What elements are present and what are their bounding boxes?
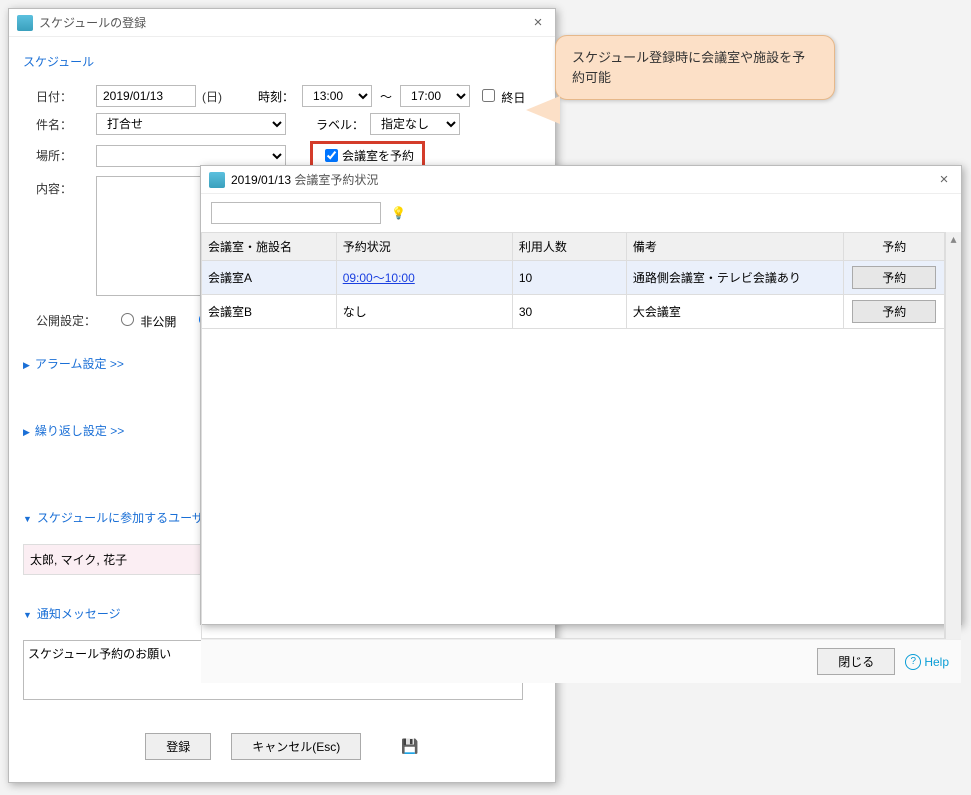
close-icon[interactable]: × bbox=[529, 14, 547, 31]
place-select[interactable] bbox=[96, 145, 286, 167]
cell-capacity: 30 bbox=[512, 295, 626, 329]
tilde: ～ bbox=[380, 88, 392, 105]
res-title-date: 2019/01/13 bbox=[231, 173, 291, 187]
register-button[interactable]: 登録 bbox=[145, 733, 211, 760]
time-label: 時刻： bbox=[258, 88, 294, 105]
col-status[interactable]: 予約状況 bbox=[336, 233, 512, 261]
reservation-grid: 会議室・施設名 予約状況 利用人数 備考 予約 会議室A 09:00～10:00 1… bbox=[201, 232, 945, 329]
date-label: 日付： bbox=[36, 88, 96, 105]
window-title: スケジュールの登録 bbox=[39, 14, 529, 31]
footer-buttons: 登録 キャンセル(Esc) 💾 bbox=[23, 723, 541, 770]
time-from-select[interactable]: 13:00 bbox=[302, 85, 372, 107]
allday-checkbox[interactable] bbox=[482, 89, 495, 102]
res-title-text: 会議室予約状況 bbox=[294, 171, 935, 188]
label-label: ラベル： bbox=[316, 116, 364, 133]
place-label: 場所： bbox=[36, 147, 96, 164]
close-button[interactable]: 閉じる bbox=[817, 648, 895, 675]
time-to-select[interactable]: 17:00 bbox=[400, 85, 470, 107]
reserve-button[interactable]: 予約 bbox=[852, 266, 936, 289]
bulb-icon[interactable]: 💡 bbox=[391, 206, 406, 220]
close-icon[interactable]: × bbox=[935, 171, 953, 188]
section-schedule-label: スケジュール bbox=[23, 53, 541, 70]
cell-status: 09:00～10:00 bbox=[336, 261, 512, 295]
cell-room-name: 会議室A bbox=[202, 261, 337, 295]
help-link[interactable]: Help bbox=[905, 654, 949, 670]
reserve-button[interactable]: 予約 bbox=[852, 300, 936, 323]
calendar-icon bbox=[209, 172, 225, 188]
cell-note: 通路側会議室・テレビ会議あり bbox=[626, 261, 844, 295]
date-input[interactable] bbox=[96, 85, 196, 107]
cancel-button[interactable]: キャンセル(Esc) bbox=[231, 733, 361, 760]
col-reserve[interactable]: 予約 bbox=[844, 233, 945, 261]
callout-reserve-room: スケジュール登録時に会議室や施設を予約可能 bbox=[555, 35, 835, 100]
visibility-label: 公開設定： bbox=[36, 312, 116, 329]
visibility-private[interactable]: 非公開 bbox=[116, 310, 176, 330]
titlebar: スケジュールの登録 × bbox=[9, 9, 555, 37]
label-select[interactable]: 指定なし bbox=[370, 113, 460, 135]
save-icon[interactable]: 💾 bbox=[401, 738, 418, 755]
allday-checkbox-label[interactable]: 終日 bbox=[478, 86, 525, 106]
cell-note: 大会議室 bbox=[626, 295, 844, 329]
subject-label: 件名： bbox=[36, 116, 96, 133]
day-of-week: (日) bbox=[202, 88, 222, 105]
content-label: 内容： bbox=[36, 176, 96, 197]
cell-room-name: 会議室B bbox=[202, 295, 337, 329]
col-capacity[interactable]: 利用人数 bbox=[512, 233, 626, 261]
status-time-link[interactable]: 09:00～10:00 bbox=[343, 271, 415, 285]
reserve-room-label: 会議室を予約 bbox=[342, 147, 414, 164]
search-input[interactable] bbox=[211, 202, 381, 224]
cell-capacity: 10 bbox=[512, 261, 626, 295]
col-note[interactable]: 備考 bbox=[626, 233, 844, 261]
calendar-icon bbox=[17, 15, 33, 31]
cell-status: なし bbox=[336, 295, 512, 329]
table-row[interactable]: 会議室Bなし30大会議室予約 bbox=[202, 295, 945, 329]
grid-empty-area bbox=[201, 329, 945, 639]
subject-select[interactable]: 打合せ bbox=[96, 113, 286, 135]
table-row[interactable]: 会議室A 09:00～10:00 10通路側会議室・テレビ会議あり予約 bbox=[202, 261, 945, 295]
col-room-name[interactable]: 会議室・施設名 bbox=[202, 233, 337, 261]
res-titlebar: 2019/01/13 会議室予約状況 × bbox=[201, 166, 961, 194]
reserve-room-checkbox[interactable] bbox=[325, 149, 338, 162]
vertical-scrollbar[interactable]: ▴ bbox=[945, 232, 961, 639]
room-reservation-window: 2019/01/13 会議室予約状況 × 💡 会議室・施設名 予約状況 利用人数… bbox=[200, 165, 962, 625]
